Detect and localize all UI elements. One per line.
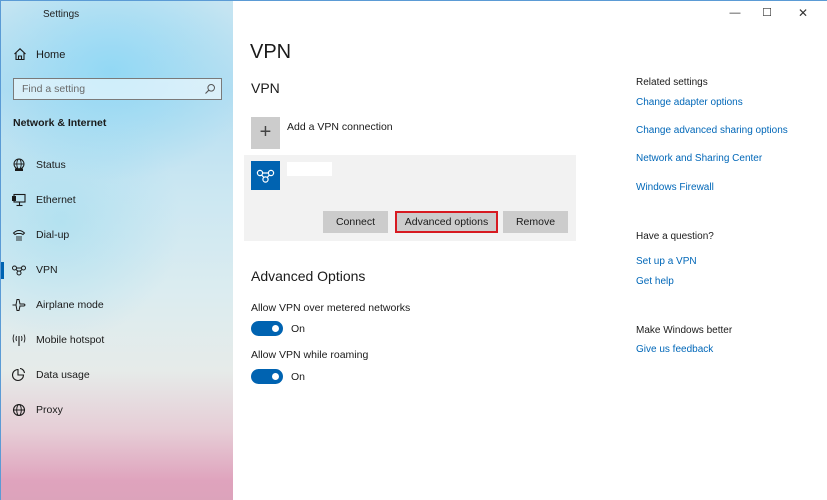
advanced-options-title: Advanced Options bbox=[251, 268, 366, 284]
data-usage-icon bbox=[11, 368, 26, 382]
search-box[interactable] bbox=[13, 78, 222, 100]
settings-window: Settings Home Network & Internet Statu bbox=[0, 0, 827, 500]
sidebar-item-dial-up[interactable]: Dial-up bbox=[1, 222, 233, 248]
set-up-vpn-link[interactable]: Set up a VPN bbox=[636, 256, 697, 267]
sidebar-item-label: Status bbox=[36, 159, 66, 171]
add-vpn-label: Add a VPN connection bbox=[287, 121, 393, 133]
add-vpn-connection-button[interactable]: + Add a VPN connection bbox=[251, 117, 551, 149]
get-help-link[interactable]: Get help bbox=[636, 276, 674, 287]
windows-firewall-link[interactable]: Windows Firewall bbox=[636, 182, 714, 193]
close-icon: ✕ bbox=[797, 6, 809, 20]
content-pane: — ☐ ✕ VPN VPN + Add a VPN connection Con… bbox=[233, 1, 827, 500]
sidebar-item-label: Dial-up bbox=[36, 229, 70, 241]
search-icon[interactable] bbox=[204, 83, 216, 95]
home-label: Home bbox=[36, 49, 66, 61]
vpn-connection-card[interactable]: Connect Advanced options Remove bbox=[244, 155, 576, 241]
sidebar-item-label: VPN bbox=[36, 264, 58, 276]
airplane-icon bbox=[12, 299, 26, 311]
vpn-icon bbox=[256, 169, 275, 183]
feedback-heading: Make Windows better bbox=[636, 325, 733, 336]
related-settings-heading: Related settings bbox=[636, 77, 708, 88]
dialup-icon bbox=[12, 230, 26, 241]
sidebar-item-mobile-hotspot[interactable]: Mobile hotspot bbox=[1, 327, 233, 353]
metered-networks-toggle[interactable] bbox=[251, 321, 283, 336]
page-title: VPN bbox=[250, 41, 292, 63]
metered-networks-label: Allow VPN over metered networks bbox=[251, 302, 411, 314]
ethernet-icon bbox=[12, 193, 26, 207]
sidebar-item-label: Proxy bbox=[36, 404, 63, 416]
globe-status-icon bbox=[13, 158, 25, 171]
change-adapter-options-link[interactable]: Change adapter options bbox=[636, 97, 743, 108]
vpn-connection-name bbox=[287, 162, 332, 176]
advanced-options-button[interactable]: Advanced options bbox=[395, 211, 498, 233]
title-bar: Settings bbox=[1, 1, 233, 29]
window-controls: — ☐ ✕ bbox=[718, 1, 827, 25]
sidebar-item-status[interactable]: Status bbox=[1, 152, 233, 178]
hotspot-icon bbox=[12, 334, 26, 346]
sidebar-item-proxy[interactable]: Proxy bbox=[1, 397, 233, 423]
minimize-icon: — bbox=[729, 7, 741, 19]
vpn-icon bbox=[12, 265, 26, 276]
roaming-toggle[interactable] bbox=[251, 369, 283, 384]
vpn-group-title: VPN bbox=[251, 80, 280, 96]
sidebar: Settings Home Network & Internet Statu bbox=[1, 1, 233, 500]
proxy-globe-icon bbox=[12, 403, 26, 417]
sidebar-item-label: Airplane mode bbox=[36, 299, 104, 311]
home-icon bbox=[14, 48, 26, 61]
connect-button[interactable]: Connect bbox=[323, 211, 388, 233]
sidebar-item-vpn[interactable]: VPN bbox=[1, 257, 233, 283]
metered-networks-state: On bbox=[291, 323, 306, 335]
network-sharing-center-link[interactable]: Network and Sharing Center bbox=[636, 153, 762, 164]
sidebar-item-airplane-mode[interactable]: Airplane mode bbox=[1, 292, 233, 318]
sidebar-item-data-usage[interactable]: Data usage bbox=[1, 362, 233, 388]
sidebar-item-home[interactable]: Home bbox=[1, 43, 233, 67]
sidebar-item-label: Mobile hotspot bbox=[36, 334, 105, 346]
sidebar-item-label: Ethernet bbox=[36, 194, 76, 206]
search-input[interactable] bbox=[14, 79, 199, 99]
sidebar-item-ethernet[interactable]: Ethernet bbox=[1, 187, 233, 213]
vpn-connection-tile bbox=[251, 161, 280, 190]
sidebar-item-label: Data usage bbox=[36, 369, 90, 381]
maximize-icon: ☐ bbox=[762, 7, 772, 19]
maximize-button[interactable]: ☐ bbox=[758, 5, 776, 21]
plus-icon: + bbox=[259, 121, 272, 143]
change-advanced-sharing-link[interactable]: Change advanced sharing options bbox=[636, 125, 788, 136]
roaming-state: On bbox=[291, 371, 306, 383]
section-title: Network & Internet bbox=[13, 117, 107, 129]
minimize-button[interactable]: — bbox=[726, 5, 744, 21]
close-button[interactable]: ✕ bbox=[794, 5, 812, 21]
give-feedback-link[interactable]: Give us feedback bbox=[636, 344, 713, 355]
back-button[interactable] bbox=[9, 4, 29, 24]
roaming-label: Allow VPN while roaming bbox=[251, 349, 369, 361]
add-tile: + bbox=[251, 117, 280, 149]
question-heading: Have a question? bbox=[636, 231, 714, 242]
remove-button[interactable]: Remove bbox=[503, 211, 568, 233]
app-title: Settings bbox=[43, 9, 80, 20]
